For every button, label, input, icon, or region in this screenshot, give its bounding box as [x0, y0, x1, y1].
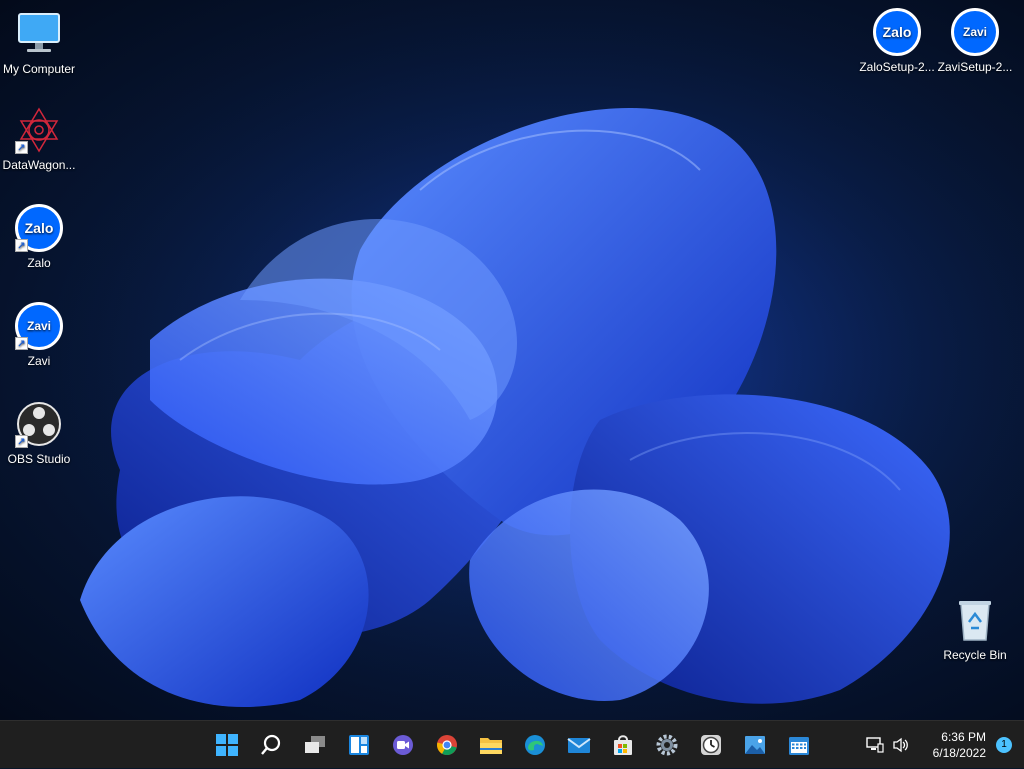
settings-button[interactable]: [645, 727, 689, 763]
task-view-button[interactable]: [293, 727, 337, 763]
photos-icon: [745, 736, 765, 754]
mail-button[interactable]: [557, 727, 601, 763]
calendar-button[interactable]: [777, 727, 821, 763]
start-button[interactable]: [205, 727, 249, 763]
shortcut-arrow-icon: ↗: [15, 337, 28, 350]
clock-app-button[interactable]: [689, 727, 733, 763]
store-button[interactable]: [601, 727, 645, 763]
desktop-icon-zalo[interactable]: Zalo ↗ Zalo: [0, 204, 80, 270]
zavi-icon: Zavi ↗: [15, 302, 63, 350]
desktop-icon-my-computer[interactable]: My Computer: [0, 10, 80, 76]
volume-icon: [892, 737, 908, 753]
desktop-icon-label: Recycle Bin: [943, 648, 1007, 662]
zalo-setup-icon: Zalo: [873, 8, 921, 56]
photos-button[interactable]: [733, 727, 777, 763]
file-explorer-button[interactable]: [469, 727, 513, 763]
taskbar-pinned-apps: [205, 727, 821, 763]
desktop-icon-zavi[interactable]: Zavi ↗ Zavi: [0, 302, 80, 368]
zalo-icon: Zalo ↗: [15, 204, 63, 252]
shortcut-arrow-icon: ↗: [15, 435, 28, 448]
desktop-icon-obs-studio[interactable]: ↗ OBS Studio: [0, 400, 80, 466]
taskbar-clock[interactable]: 6:36 PM 6/18/2022: [933, 729, 986, 761]
clock-date: 6/18/2022: [932, 746, 986, 760]
desktop-icon-recycle-bin[interactable]: Recycle Bin: [934, 596, 1016, 662]
search-icon: [261, 734, 281, 755]
task-view-icon: [305, 736, 325, 753]
desktop-icon-label: DataWagon...: [2, 158, 76, 172]
zalo-setup-badge: Zalo: [873, 8, 921, 56]
shortcut-arrow-icon: ↗: [15, 239, 28, 252]
desktop-icon-label: ZaviSetup-2...: [937, 60, 1013, 74]
clock-time: 6:36 PM: [941, 730, 986, 744]
wallpaper-bloom: [0, 0, 1024, 720]
file-explorer-icon: [480, 738, 502, 754]
desktop[interactable]: My Computer ↗ DataWagon... Zalo ↗ Zalo Z…: [0, 0, 1024, 720]
network-button[interactable]: [863, 733, 887, 757]
datawagon-icon: ↗: [15, 106, 63, 154]
notification-badge[interactable]: 1: [996, 737, 1012, 753]
system-tray: 6:36 PM 6/18/2022 1: [863, 721, 1024, 769]
zavi-setup-icon: Zavi: [951, 8, 999, 56]
widgets-icon: [349, 735, 369, 755]
store-icon: [614, 735, 632, 755]
edge-button[interactable]: [513, 727, 557, 763]
zavi-setup-badge: Zavi: [951, 8, 999, 56]
settings-icon: [656, 734, 678, 756]
monitor-icon: [15, 10, 63, 58]
recycle-bin-icon: [951, 596, 999, 644]
desktop-icon-label: OBS Studio: [7, 452, 71, 466]
desktop-icon-label: My Computer: [2, 62, 76, 76]
search-button[interactable]: [249, 727, 293, 763]
desktop-icon-zalo-setup[interactable]: Zalo ZaloSetup-2...: [856, 8, 938, 74]
start-icon: [216, 734, 238, 756]
desktop-icon-datawagon[interactable]: ↗ DataWagon...: [0, 106, 80, 172]
mail-icon: [567, 738, 591, 753]
taskbar: 6:36 PM 6/18/2022 1: [0, 720, 1024, 768]
chrome-button[interactable]: [425, 727, 469, 763]
clock-app-icon: [701, 735, 721, 755]
network-icon: [865, 737, 884, 753]
desktop-icon-label: Zalo: [27, 256, 51, 270]
desktop-icon-label: ZaloSetup-2...: [859, 60, 935, 74]
desktop-icon-zavi-setup[interactable]: Zavi ZaviSetup-2...: [934, 8, 1016, 74]
edge-icon: [525, 735, 545, 755]
calendar-icon: [789, 737, 809, 755]
chrome-icon: [437, 735, 457, 755]
obs-icon: ↗: [15, 400, 63, 448]
desktop-icon-label: Zavi: [27, 354, 51, 368]
widgets-button[interactable]: [337, 727, 381, 763]
shortcut-arrow-icon: ↗: [15, 141, 28, 154]
chat-icon: [393, 735, 413, 755]
volume-button[interactable]: [889, 733, 913, 757]
chat-button[interactable]: [381, 727, 425, 763]
